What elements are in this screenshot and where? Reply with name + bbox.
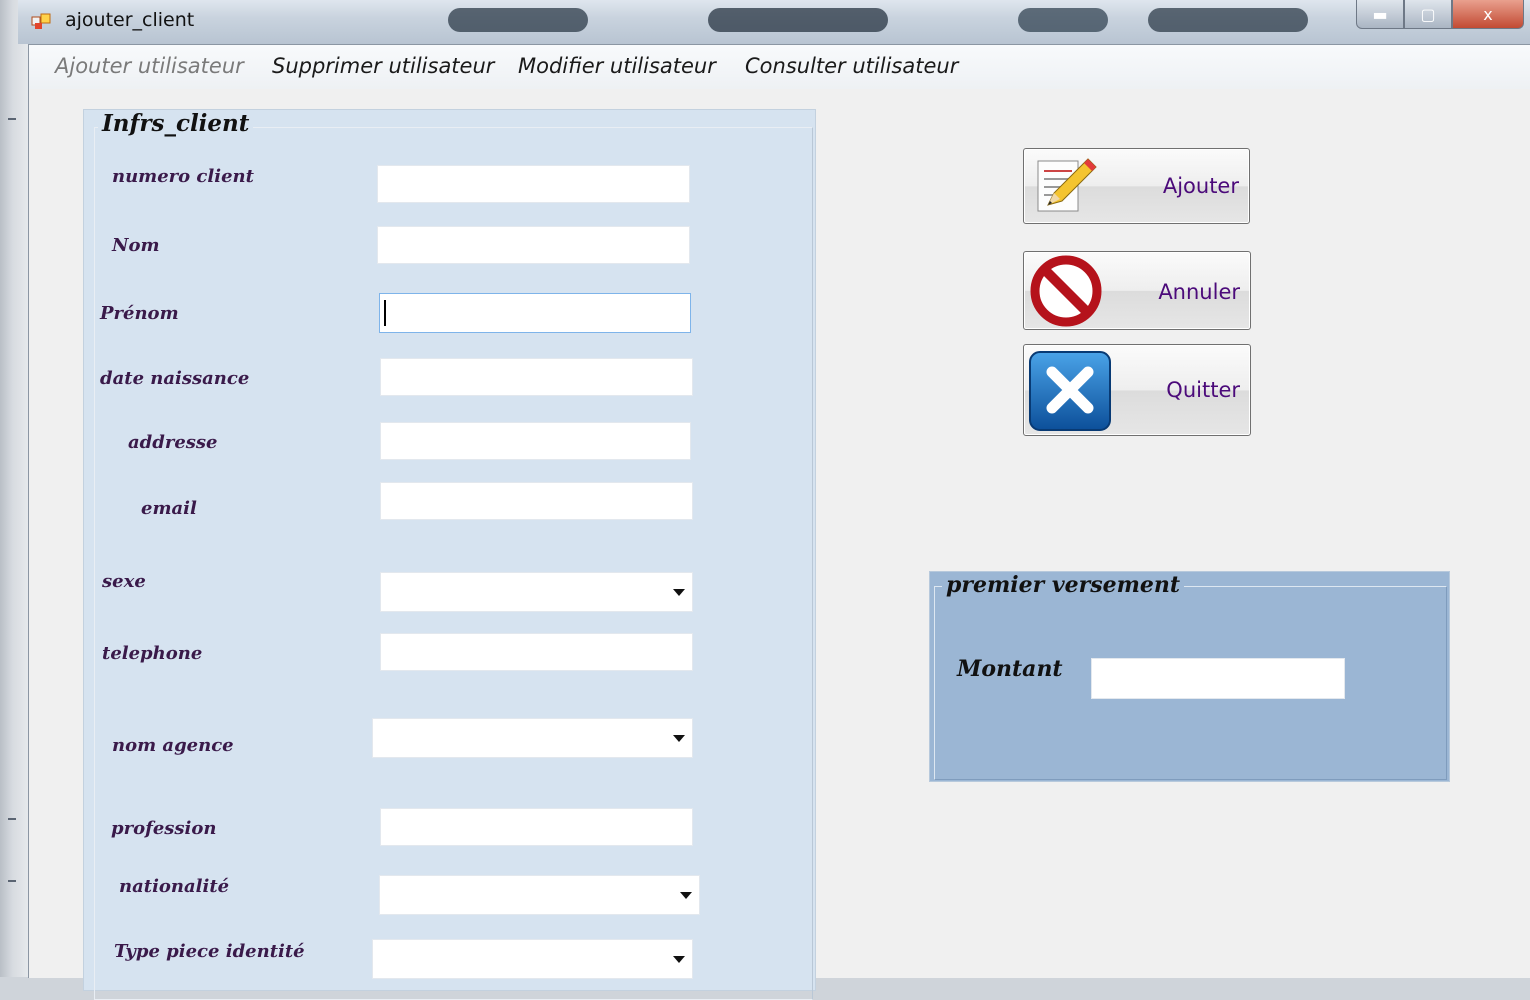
window-controls: ▬ ▢ x	[1356, 0, 1524, 30]
menu-supprimer-utilisateur[interactable]: Supprimer utilisateur	[272, 54, 494, 78]
montant-input[interactable]	[1091, 658, 1345, 699]
telephone-input[interactable]	[380, 633, 693, 671]
nationalite-select[interactable]	[379, 875, 700, 915]
chevron-down-icon[interactable]	[673, 589, 685, 596]
app-window-icon	[31, 13, 51, 29]
desktop-divider	[8, 118, 16, 120]
titlebar-blur	[448, 8, 588, 32]
email-label: email	[141, 498, 197, 519]
quitter-label: Quitter	[1166, 378, 1240, 402]
profession-input[interactable]	[380, 808, 693, 846]
sexe-label: sexe	[102, 571, 146, 592]
close-x-icon	[1029, 351, 1111, 431]
annuler-label: Annuler	[1158, 280, 1240, 304]
nom-agence-select[interactable]	[372, 718, 693, 758]
nom-input[interactable]	[377, 226, 690, 264]
prenom-input[interactable]	[379, 293, 691, 333]
titlebar-blur	[1148, 8, 1308, 32]
window-client-area: Ajouter utilisateur Supprimer utilisateu…	[28, 44, 1530, 1000]
date-naissance-input[interactable]	[380, 358, 693, 396]
numero-client-label: numero client	[112, 166, 254, 187]
nom-agence-label: nom agence	[112, 735, 234, 756]
date-naissance-label: date naissance	[100, 368, 250, 389]
type-piece-select[interactable]	[372, 939, 693, 979]
desktop-divider	[8, 818, 16, 820]
desktop-divider	[8, 880, 16, 882]
titlebar-blur	[708, 8, 888, 32]
numero-client-input[interactable]	[377, 165, 690, 203]
type-piece-label: Type piece identité	[114, 941, 305, 962]
maximize-icon[interactable]: ▢	[1404, 0, 1452, 29]
menu-modifier-utilisateur[interactable]: Modifier utilisateur	[518, 54, 716, 78]
chevron-down-icon[interactable]	[673, 735, 685, 742]
telephone-label: telephone	[102, 643, 203, 664]
email-input[interactable]	[380, 482, 693, 520]
ajouter-button[interactable]: Ajouter	[1023, 148, 1250, 224]
menu-ajouter-utilisateur[interactable]: Ajouter utilisateur	[55, 54, 244, 78]
close-icon[interactable]: x	[1452, 0, 1524, 29]
no-entry-icon	[1030, 255, 1102, 327]
chevron-down-icon[interactable]	[680, 892, 692, 899]
titlebar-blur	[1018, 8, 1108, 32]
client-info-group: Infrs_client numero client Nom Prénom da…	[83, 109, 816, 1000]
sexe-select[interactable]	[380, 572, 693, 612]
addresse-label: addresse	[128, 432, 218, 453]
montant-label: Montant	[957, 656, 1063, 682]
group-title: premier versement	[942, 572, 1185, 598]
nom-label: Nom	[112, 235, 160, 256]
group-title: Infrs_client	[98, 110, 254, 137]
nationalite-label: nationalité	[119, 876, 230, 897]
menu-bar: Ajouter utilisateur Supprimer utilisateu…	[29, 45, 1530, 89]
annuler-button[interactable]: Annuler	[1023, 251, 1251, 330]
profession-label: profession	[111, 818, 217, 839]
pencil-document-icon	[1037, 158, 1097, 212]
desktop-edge	[0, 0, 28, 977]
window-title: ajouter_client	[65, 9, 195, 31]
title-bar[interactable]: ajouter_client ▬ ▢ x	[18, 0, 1530, 44]
text-caret	[384, 300, 386, 326]
addresse-input[interactable]	[380, 422, 691, 460]
prenom-label: Prénom	[100, 303, 179, 324]
minimize-icon[interactable]: ▬	[1356, 0, 1404, 29]
ajouter-label: Ajouter	[1162, 174, 1239, 198]
quitter-button[interactable]: Quitter	[1023, 344, 1251, 436]
chevron-down-icon[interactable]	[673, 956, 685, 963]
menu-consulter-utilisateur[interactable]: Consulter utilisateur	[745, 54, 958, 78]
premier-versement-group: premier versement Montant	[929, 571, 1450, 782]
